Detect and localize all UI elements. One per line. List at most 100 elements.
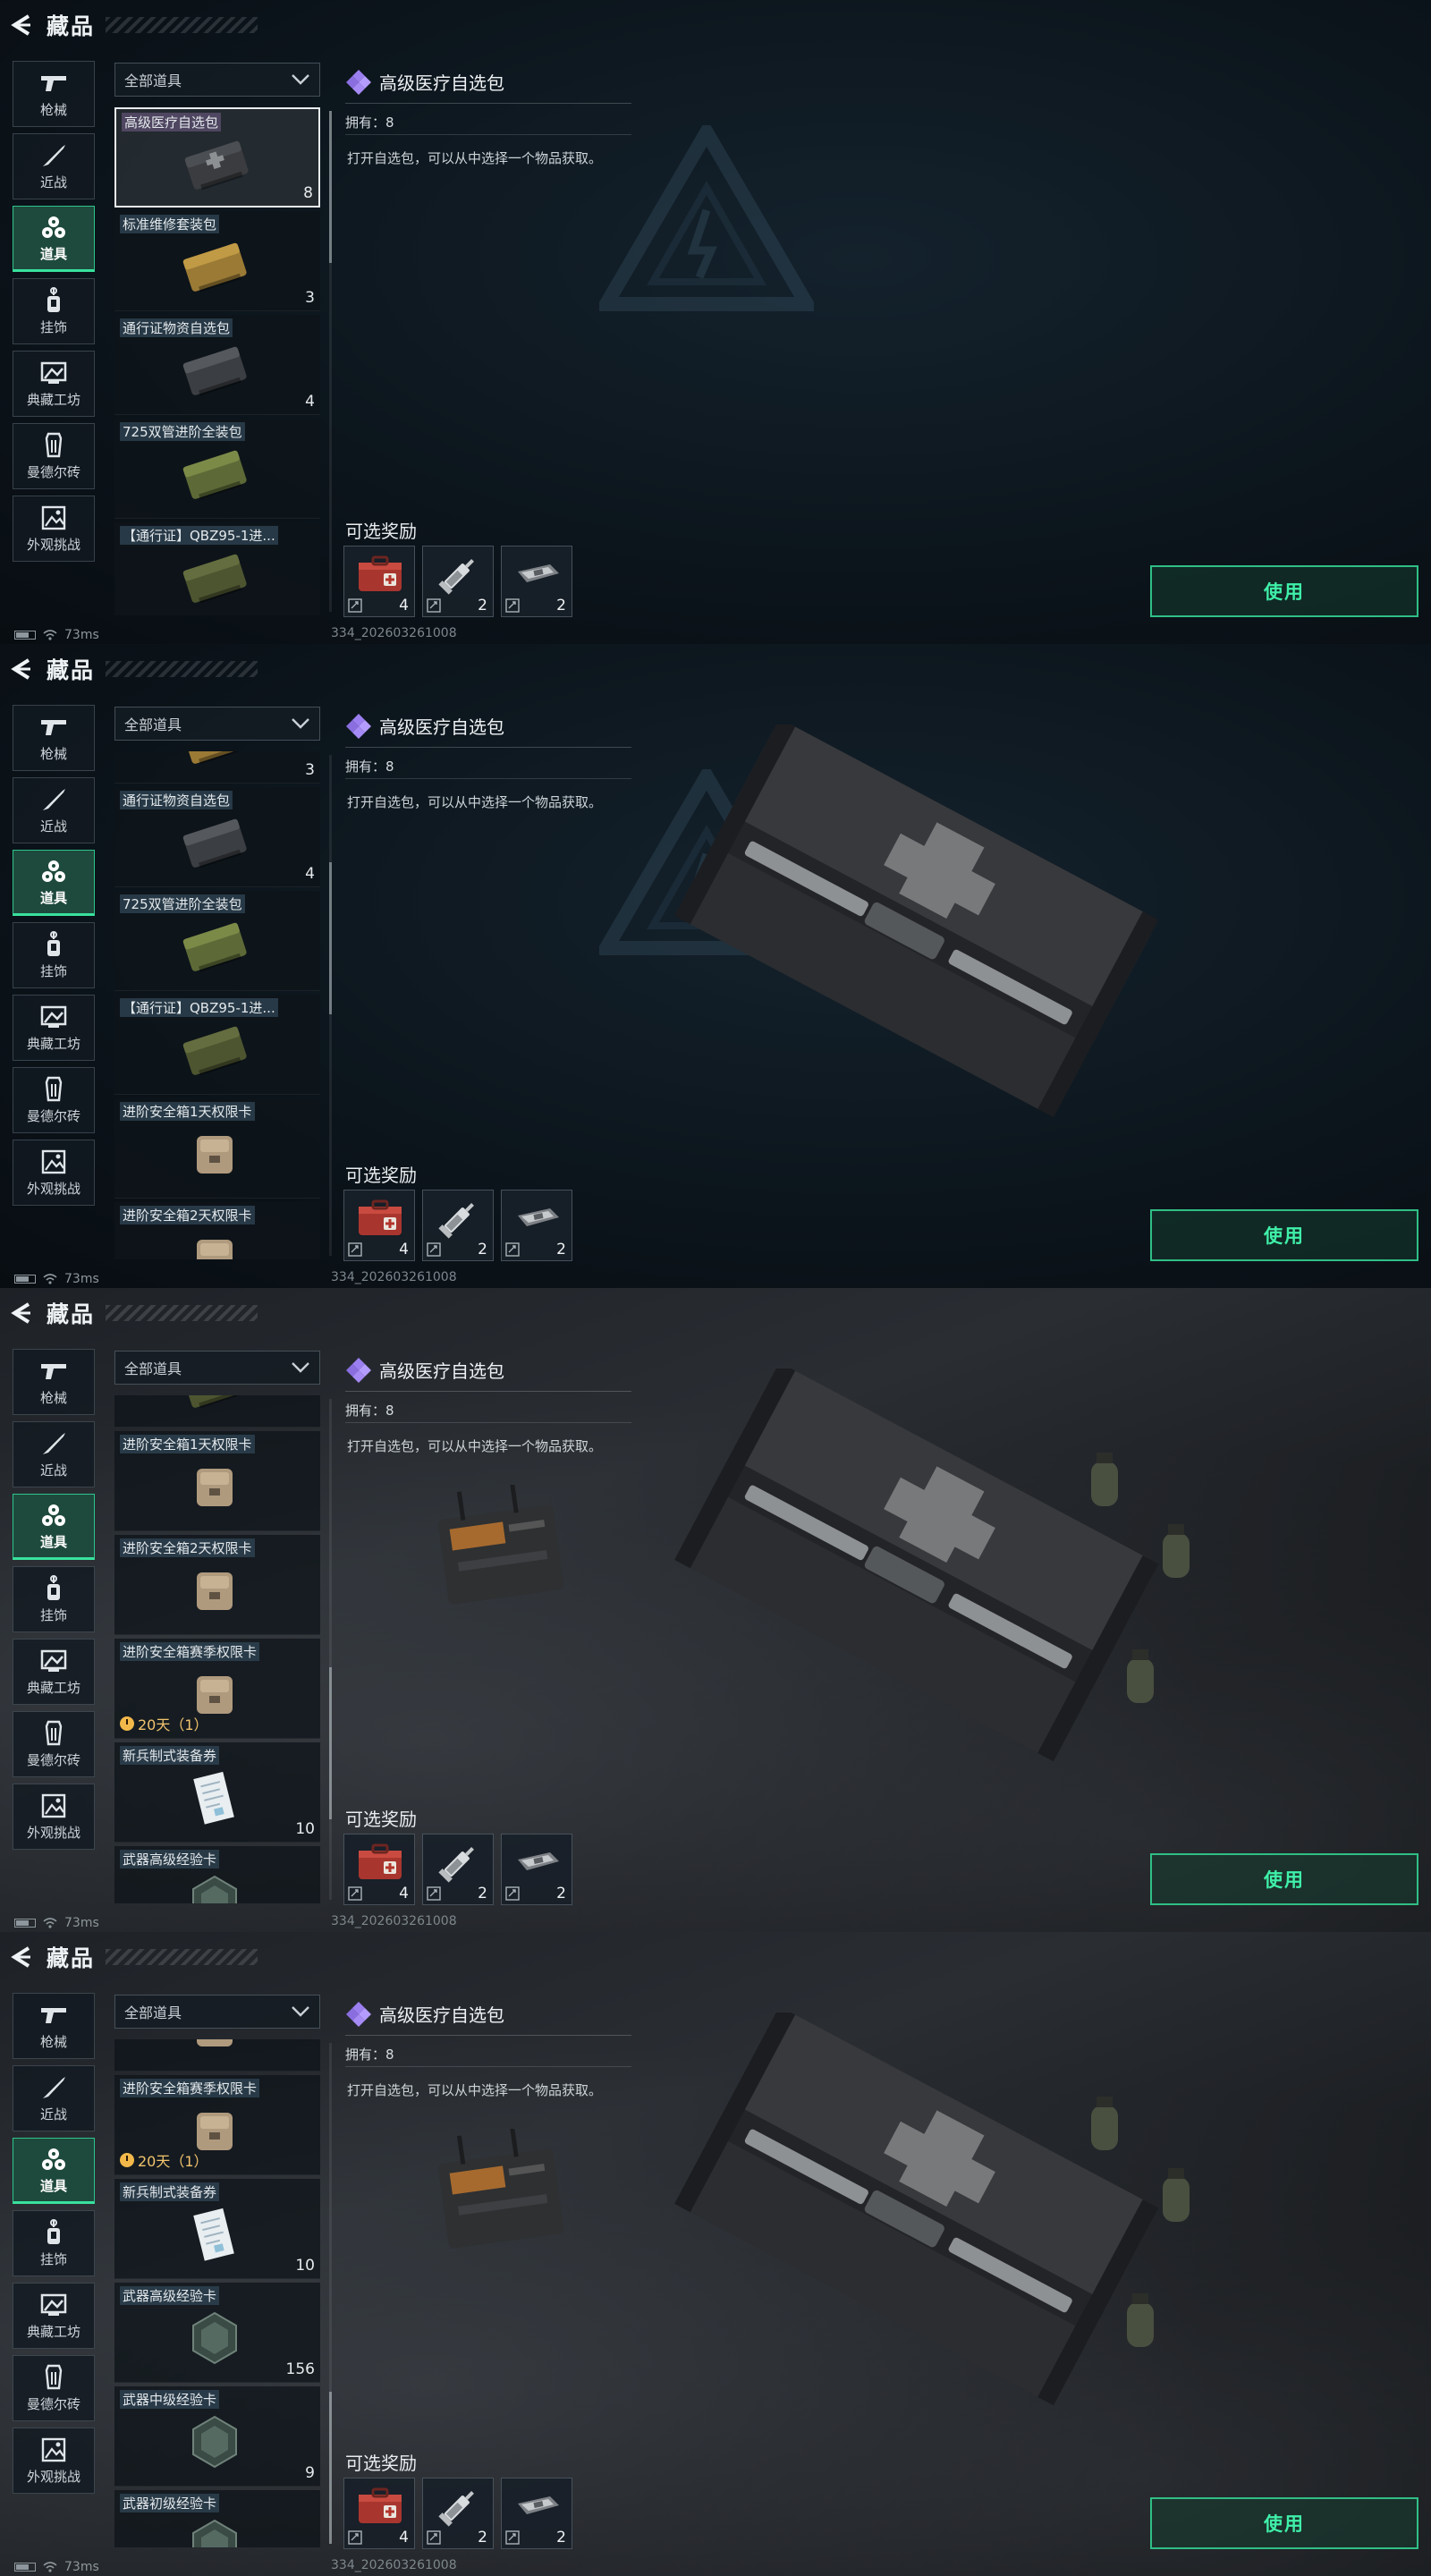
sidebar-item-appearance-challenge[interactable]: 外观挑战 [13,496,95,562]
item-card[interactable]: 725双管进阶全装包 [114,419,320,519]
rewards-list: 4 2 2 [343,1834,572,1905]
item-card[interactable]: 通行证物资自选包 4 [114,787,320,887]
sidebar-item-mandel-brick[interactable]: 曼德尔砖 [13,423,95,489]
item-list-scrollbar[interactable] [329,755,332,1256]
sidebar-item-appearance-challenge[interactable]: 外观挑战 [13,1140,95,1206]
sidebar-item-knife[interactable]: 近战 [13,1421,95,1487]
item-card[interactable]: 标准维修套装包3 [114,211,320,311]
status-bar: 73ms [14,2558,99,2576]
sidebar-item-charm[interactable]: 挂饰 [13,278,95,344]
item-card[interactable]: 725双管进阶全装包 [114,891,320,991]
sidebar-item-knife[interactable]: 近战 [13,2065,95,2131]
item-card[interactable]: 高级医疗自选包 8 [114,107,320,208]
sidebar-item-mandel-brick[interactable]: 曼德尔砖 [13,1711,95,1777]
item-card[interactable]: 标准维修套装包3 [114,751,320,784]
sidebar-item-charm[interactable]: 挂饰 [13,2210,95,2276]
header: 藏品 [0,1932,286,1982]
sidebar-item-workshop[interactable]: 典藏工坊 [13,995,95,1061]
sidebar-item-items[interactable]: 道具 [13,850,95,916]
item-card[interactable]: 进阶安全箱赛季权限卡 20天（1） [114,2075,320,2175]
sidebar-item-label: 近战 [39,818,67,835]
item-card[interactable]: 【通行证】QBZ95-1进... [114,522,320,615]
reward-count: 4 [399,1885,409,1902]
item-card[interactable]: 通行证物资自选包 4 [114,315,320,415]
item-card[interactable]: 【通行证】QBZ95-1进... [114,995,320,1095]
back-button[interactable] [0,1932,43,1982]
reward-slot[interactable]: 2 [422,1834,494,1905]
sidebar-item-charm[interactable]: 挂饰 [13,922,95,988]
scrollbar-thumb[interactable] [329,1667,332,1819]
item-filter-dropdown[interactable]: 全部道具 [114,1995,320,2029]
use-button[interactable]: 使用 [1150,565,1418,617]
item-filter-dropdown[interactable]: 全部道具 [114,707,320,741]
sidebar-item-mandel-brick[interactable]: 曼德尔砖 [13,2355,95,2421]
sidebar-item-mandel-brick[interactable]: 曼德尔砖 [13,1067,95,1133]
reward-slot[interactable]: 4 [343,2478,415,2549]
reward-slot[interactable]: 2 [422,2478,494,2549]
scrollbar-thumb[interactable] [329,862,332,1014]
item-card[interactable]: 进阶安全箱1天权限卡 [114,1431,320,1531]
title-decoration [106,1949,258,1965]
item-list-scrollbar[interactable] [329,2043,332,2544]
sidebar-item-charm[interactable]: 挂饰 [13,1566,95,1632]
item-count: 4 [305,865,315,883]
item-list[interactable]: 高级医疗自选包8标准维修套装包3通行证物资自选包4725双管进阶全装包【通行证】… [114,2039,324,2547]
reward-slot[interactable]: 2 [501,1834,572,1905]
scrollbar-thumb[interactable] [329,111,332,263]
reward-slot[interactable]: 2 [422,1190,494,1261]
item-card[interactable]: 武器中级经验卡 9 [114,2386,320,2487]
medkit-icon [353,2484,407,2529]
sidebar-item-gun[interactable]: 枪械 [13,1349,95,1415]
owned-count: 拥有：8 [345,114,394,131]
reward-slot[interactable]: 2 [501,1190,572,1261]
back-button[interactable] [0,644,43,694]
item-card[interactable]: 新兵制式装备券 10 [114,1742,320,1843]
item-list[interactable]: 高级医疗自选包8标准维修套装包3通行证物资自选包4725双管进阶全装包【通行证】… [114,751,324,1259]
item-card[interactable]: 武器高级经验卡156 [114,1846,320,1903]
item-card[interactable]: 武器高级经验卡156 [114,2283,320,2383]
sidebar-item-items[interactable]: 道具 [13,206,95,272]
sidebar-item-appearance-challenge[interactable]: 外观挑战 [13,2428,95,2494]
reward-slot[interactable]: 2 [501,546,572,617]
item-filter-dropdown[interactable]: 全部道具 [114,1351,320,1385]
item-card[interactable]: 进阶安全箱1天权限卡 [114,1098,320,1199]
sidebar-item-gun[interactable]: 枪械 [13,705,95,771]
item-list[interactable]: 高级医疗自选包8标准维修套装包3通行证物资自选包4725双管进阶全装包【通行证】… [114,1395,324,1903]
sidebar-item-gun[interactable]: 枪械 [13,1993,95,2059]
sidebar-item-workshop[interactable]: 典藏工坊 [13,2283,95,2349]
sidebar-item-workshop[interactable]: 典藏工坊 [13,1639,95,1705]
use-button[interactable]: 使用 [1150,1853,1418,1905]
item-list[interactable]: 高级医疗自选包8标准维修套装包3通行证物资自选包4725双管进阶全装包【通行证】… [114,107,324,615]
sidebar-item-knife[interactable]: 近战 [13,133,95,199]
item-list-scrollbar[interactable] [329,1399,332,1900]
back-button[interactable] [0,1288,43,1338]
sidebar-item-workshop[interactable]: 典藏工坊 [13,351,95,417]
item-card[interactable]: 进阶安全箱2天权限卡 [114,1202,320,1259]
item-filter-dropdown[interactable]: 全部道具 [114,63,320,97]
reward-slot[interactable]: 2 [501,2478,572,2549]
reward-slot[interactable]: 2 [422,546,494,617]
sidebar-item-items[interactable]: 道具 [13,2138,95,2204]
item-card[interactable]: 【通行证】QBZ95-1进... [114,1395,320,1428]
reward-slot[interactable]: 4 [343,1190,415,1261]
sidebar-item-appearance-challenge[interactable]: 外观挑战 [13,1784,95,1850]
item-card[interactable]: 新兵制式装备券 10 [114,2179,320,2279]
item-card[interactable]: 进阶安全箱赛季权限卡 20天（1） [114,1639,320,1739]
back-button[interactable] [0,0,43,50]
item-card[interactable]: 进阶安全箱2天权限卡 [114,2039,320,2072]
scrollbar-thumb[interactable] [329,2392,332,2544]
sidebar-item-label: 外观挑战 [26,1180,80,1197]
sidebar-item-gun[interactable]: 枪械 [13,61,95,127]
use-button[interactable]: 使用 [1150,1209,1418,1261]
item-card[interactable]: 进阶安全箱2天权限卡 [114,1535,320,1635]
reward-slot[interactable]: 4 [343,546,415,617]
use-button[interactable]: 使用 [1150,2497,1418,2549]
bandage-icon [511,1840,564,1885]
category-sidebar: 枪械 近战道具 挂饰典藏工坊 曼德尔砖外观挑战 [13,1993,95,2500]
item-card[interactable]: 武器初级经验卡18 [114,2490,320,2547]
reward-slot[interactable]: 4 [343,1834,415,1905]
item-list-scrollbar[interactable] [329,111,332,612]
sidebar-item-knife[interactable]: 近战 [13,777,95,843]
sidebar-item-items[interactable]: 道具 [13,1494,95,1560]
appearance-challenge-icon [38,1148,69,1175]
